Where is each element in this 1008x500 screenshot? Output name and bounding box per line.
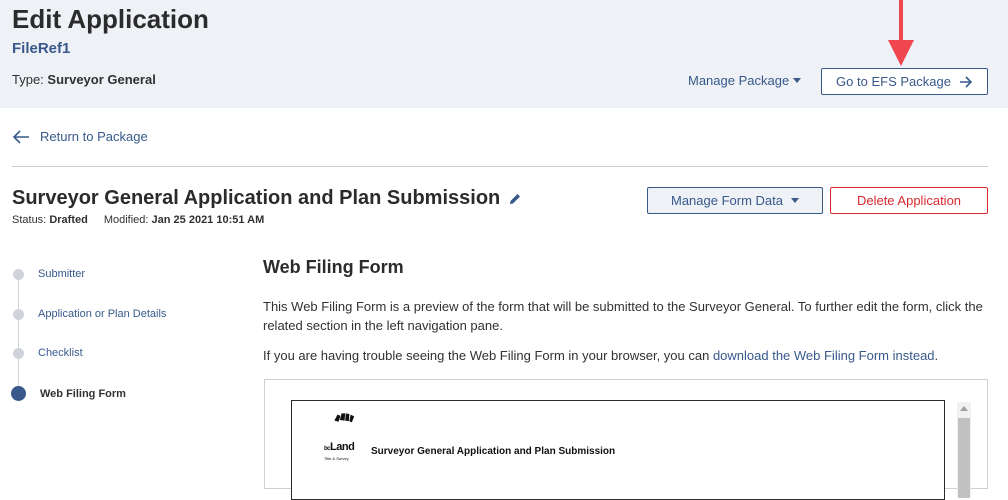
step-dot-active-icon — [11, 386, 26, 401]
download-web-filing-form-link[interactable]: download the Web Filing Form instead — [713, 348, 935, 363]
arrow-right-icon — [959, 75, 973, 88]
divider — [12, 166, 988, 167]
step-dot-icon — [13, 268, 24, 280]
preview-heading: Surveyor General Application and Plan Su… — [371, 446, 616, 457]
web-filing-preview-frame[interactable]: bcLand Title & Survey Surveyor General A… — [264, 379, 988, 500]
preview-scrollbar[interactable] — [957, 402, 971, 498]
application-title: Surveyor General Application and Plan Su… — [12, 187, 522, 210]
page-title: Edit Application — [12, 4, 209, 34]
status: Status: Drafted — [12, 214, 88, 226]
scroll-up-icon[interactable] — [960, 406, 968, 411]
preview-document-page: bcLand Title & Survey Surveyor General A… — [291, 400, 945, 500]
manage-form-data-label: Manage Form Data — [671, 193, 783, 208]
pencil-icon[interactable] — [508, 192, 522, 206]
web-filing-title: Web Filing Form — [263, 257, 404, 277]
delete-application-label: Delete Application — [856, 193, 962, 208]
nav-item-checklist[interactable]: Checklist — [12, 347, 83, 359]
application-type: Type: Surveyor General — [12, 72, 156, 87]
go-to-efs-package-button[interactable]: Go to EFS Package — [821, 68, 988, 95]
logo-subtitle: Title & Survey — [324, 456, 349, 461]
go-to-efs-label: Go to EFS Package — [836, 74, 951, 89]
web-filing-trouble-text: If you are having trouble seeing the Web… — [263, 348, 993, 363]
web-filing-description: This Web Filing Form is a preview of the… — [263, 299, 983, 333]
modified: Modified: Jan 25 2021 10:51 AM — [104, 214, 264, 226]
nav-item-web-filing-form[interactable]: Web Filing Form — [11, 386, 126, 401]
nav-item-label: Application or Plan Details — [38, 308, 167, 320]
logo-brand: Land — [330, 441, 355, 453]
manage-package-dropdown[interactable]: Manage Package — [688, 73, 802, 88]
type-value: Surveyor General — [47, 72, 156, 87]
caret-down-icon — [793, 78, 802, 83]
type-label: Type: — [12, 72, 44, 87]
nav-item-label: Submitter — [38, 268, 86, 280]
delete-application-button[interactable]: Delete Application — [830, 187, 988, 214]
modified-value: Jan 25 2021 10:51 AM — [151, 214, 265, 226]
page-header: Edit Application FileRef1 Type: Surveyor… — [0, 0, 1008, 108]
step-dot-icon — [13, 308, 24, 320]
step-dot-icon — [13, 347, 24, 359]
nav-item-label: Checklist — [38, 347, 83, 359]
status-value: Drafted — [49, 214, 88, 226]
annotation-arrow-icon — [888, 0, 914, 66]
scroll-thumb[interactable] — [958, 418, 970, 498]
trouble-text: If you are having trouble seeing the Web… — [263, 348, 713, 363]
logo-wordmark: bcLand — [324, 441, 355, 453]
file-reference: FileRef1 — [12, 40, 71, 57]
nav-item-label: Web Filing Form — [40, 387, 126, 400]
nav-progress-line — [18, 274, 19, 394]
return-label: Return to Package — [40, 129, 148, 144]
caret-down-icon — [791, 198, 799, 203]
status-label: Status: — [12, 214, 47, 226]
manage-form-data-button[interactable]: Manage Form Data — [647, 187, 823, 214]
application-title-text: Surveyor General Application and Plan Su… — [12, 187, 501, 209]
status-line: Status: Drafted Modified: Jan 25 2021 10… — [12, 214, 264, 226]
nav-item-submitter[interactable]: Submitter — [12, 268, 85, 280]
bc-land-logo-icon — [334, 413, 355, 423]
trouble-end: . — [934, 348, 939, 363]
return-to-package-link[interactable]: Return to Package — [12, 129, 148, 144]
arrow-left-icon — [12, 129, 29, 144]
nav-item-application-details[interactable]: Application or Plan Details — [12, 308, 166, 320]
manage-package-label: Manage Package — [688, 73, 790, 88]
modified-label: Modified: — [103, 214, 149, 226]
